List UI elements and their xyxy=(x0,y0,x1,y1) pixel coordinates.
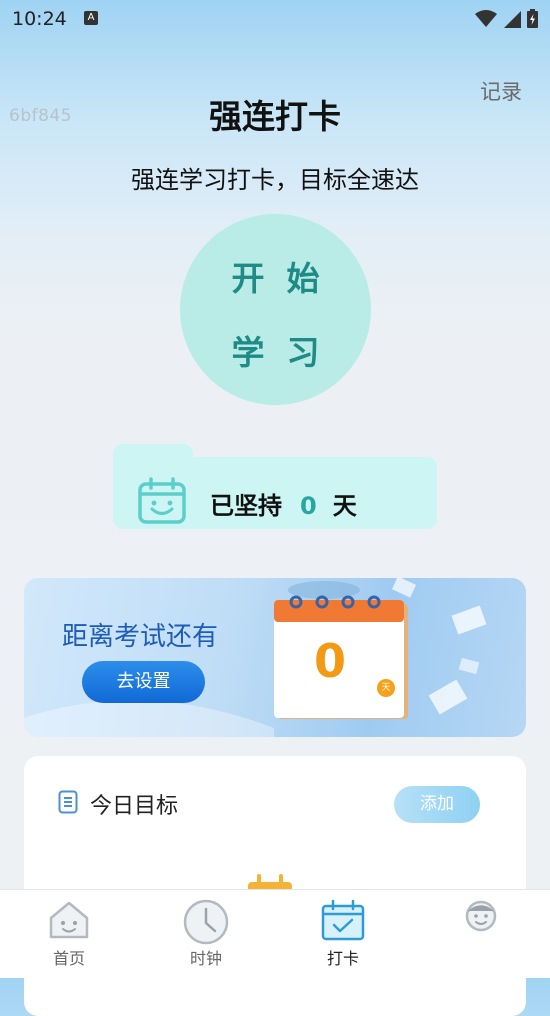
exam-settings-button[interactable]: 去设置 xyxy=(82,661,205,703)
tab-clock[interactable]: 时钟 xyxy=(161,890,251,978)
streak-prefix: 已坚持 xyxy=(210,492,282,520)
wifi-icon xyxy=(475,9,497,27)
tab-home[interactable]: 首页 xyxy=(24,890,114,978)
exam-days-unit: 天 xyxy=(377,679,395,697)
status-bar: 10:24 A xyxy=(0,0,550,36)
streak-card-body: 已坚持 0 天 xyxy=(113,457,437,529)
exam-countdown-title: 距离考试还有 xyxy=(62,622,219,652)
calendar-check-icon xyxy=(321,899,365,941)
start-study-button[interactable]: 开始 学习 xyxy=(180,214,371,405)
home-icon xyxy=(49,901,89,939)
status-icons xyxy=(475,9,538,28)
streak-text: 已坚持 0 天 xyxy=(210,486,357,521)
exam-countdown-banner: 距离考试还有 去设置 0 天 xyxy=(24,578,526,737)
countdown-calendar: 0 天 xyxy=(272,594,412,728)
status-time: 10:24 xyxy=(12,8,67,30)
streak-count: 0 xyxy=(300,492,317,520)
tab-clock-label: 时钟 xyxy=(189,949,222,968)
page-title: 强连打卡 xyxy=(209,97,341,136)
exam-days-count: 0 xyxy=(314,634,347,688)
face-icon xyxy=(465,900,497,932)
tab-profile[interactable] xyxy=(436,890,526,978)
streak-card: 已坚持 0 天 xyxy=(113,444,437,529)
start-button-line1: 开始 xyxy=(231,259,342,298)
start-button-line2: 学习 xyxy=(231,333,342,372)
tab-checkin-label: 打卡 xyxy=(326,949,359,968)
tab-checkin[interactable]: 打卡 xyxy=(298,890,388,978)
today-goals-title: 今日目标 xyxy=(90,794,179,819)
notification-badge-icon: A xyxy=(84,11,98,25)
tab-home-label: 首页 xyxy=(52,949,85,968)
battery-icon xyxy=(527,9,538,28)
streak-unit: 天 xyxy=(332,492,357,520)
add-goal-button[interactable]: 添加 xyxy=(394,786,480,823)
signal-icon xyxy=(504,10,521,28)
page-subtitle: 强连学习打卡，目标全速达 xyxy=(131,166,419,194)
bottom-tab-bar: 首页 时钟 打卡 xyxy=(0,889,550,978)
calendar-smile-icon xyxy=(138,477,186,524)
clock-icon xyxy=(183,899,229,945)
notebook-icon xyxy=(58,790,78,814)
